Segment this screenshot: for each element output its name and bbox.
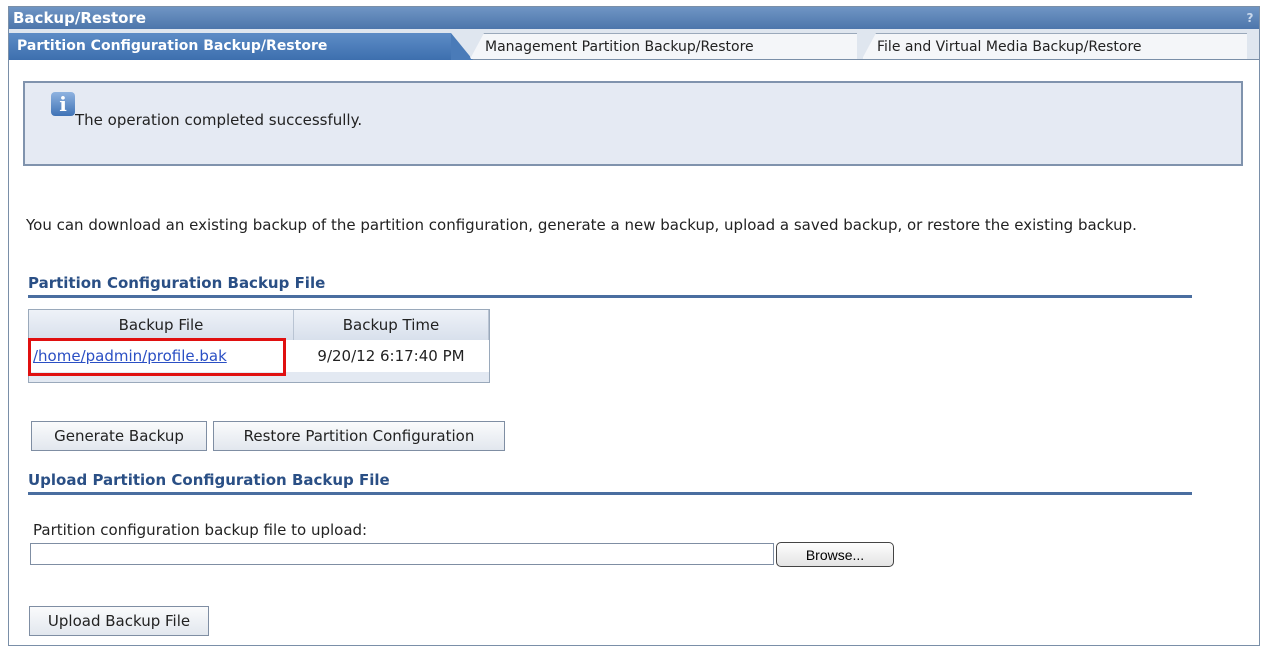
tab-bar: Partition Configuration Backup/Restore M… bbox=[9, 29, 1259, 60]
column-header-backup-file[interactable]: Backup File bbox=[29, 310, 294, 340]
upload-section-heading: Upload Partition Configuration Backup Fi… bbox=[28, 471, 1192, 495]
panel-title-bar: Backup/Restore ? bbox=[9, 7, 1259, 29]
column-header-backup-time[interactable]: Backup Time bbox=[293, 310, 489, 340]
status-message-box: i The operation completed successfully. bbox=[23, 81, 1243, 166]
status-message-text: The operation completed successfully. bbox=[75, 111, 363, 129]
restore-partition-configuration-button[interactable]: Restore Partition Configuration bbox=[213, 421, 505, 451]
upload-file-input[interactable] bbox=[30, 543, 774, 565]
generate-backup-button[interactable]: Generate Backup bbox=[31, 421, 207, 451]
upload-field-label: Partition configuration backup file to u… bbox=[33, 521, 368, 539]
info-icon: i bbox=[51, 92, 75, 116]
intro-text: You can download an existing backup of t… bbox=[26, 216, 1137, 234]
panel-title: Backup/Restore bbox=[13, 9, 147, 27]
table-footer-cell bbox=[29, 372, 489, 382]
backup-file-cell: /home/padmin/profile.bak bbox=[29, 340, 294, 372]
help-icon[interactable]: ? bbox=[1244, 11, 1256, 25]
tab-partition-configuration[interactable]: Partition Configuration Backup/Restore bbox=[9, 33, 473, 60]
table-header-row: Backup File Backup Time bbox=[29, 310, 489, 340]
upload-backup-file-button[interactable]: Upload Backup File bbox=[29, 606, 209, 636]
tab-label: Management Partition Backup/Restore bbox=[485, 39, 754, 55]
table-row: /home/padmin/profile.bak 9/20/12 6:17:40… bbox=[29, 340, 489, 372]
tab-file-virtual-media[interactable]: File and Virtual Media Backup/Restore bbox=[862, 33, 1247, 59]
backup-file-table: Backup File Backup Time /home/padmin/pro… bbox=[28, 309, 490, 383]
browse-button[interactable]: Browse... bbox=[776, 542, 894, 567]
backup-file-section-heading: Partition Configuration Backup File bbox=[28, 274, 1192, 298]
tab-label: File and Virtual Media Backup/Restore bbox=[877, 39, 1142, 55]
tab-label: Partition Configuration Backup/Restore bbox=[17, 38, 328, 54]
backup-file-link[interactable]: /home/padmin/profile.bak bbox=[33, 347, 227, 365]
tab-management-partition[interactable]: Management Partition Backup/Restore bbox=[470, 33, 857, 59]
backup-time-cell: 9/20/12 6:17:40 PM bbox=[293, 340, 489, 372]
table-footer-row bbox=[29, 372, 489, 382]
backup-restore-panel: Backup/Restore ? Partition Configuration… bbox=[8, 6, 1260, 646]
